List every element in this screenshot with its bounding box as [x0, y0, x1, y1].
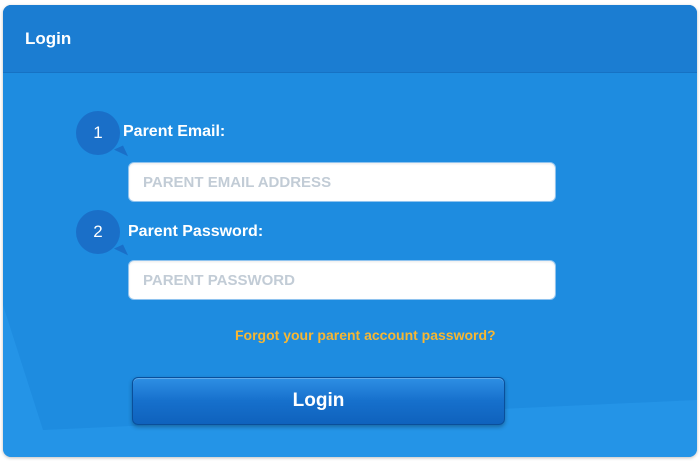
forgot-password-link[interactable]: Forgot your parent account password? [235, 327, 496, 343]
email-label: Parent Email: [123, 123, 226, 140]
email-field[interactable] [128, 162, 556, 202]
step-1-badge: 1 [76, 111, 120, 155]
password-field[interactable] [128, 260, 556, 300]
page-title: Login [25, 29, 72, 48]
login-panel: Login 1 Parent Email: 2 Parent Password:… [3, 5, 697, 457]
step-2-badge: 2 [76, 210, 120, 254]
panel-header: Login [3, 5, 697, 73]
login-button[interactable]: Login [132, 377, 505, 425]
password-label: Parent Password: [128, 223, 264, 240]
